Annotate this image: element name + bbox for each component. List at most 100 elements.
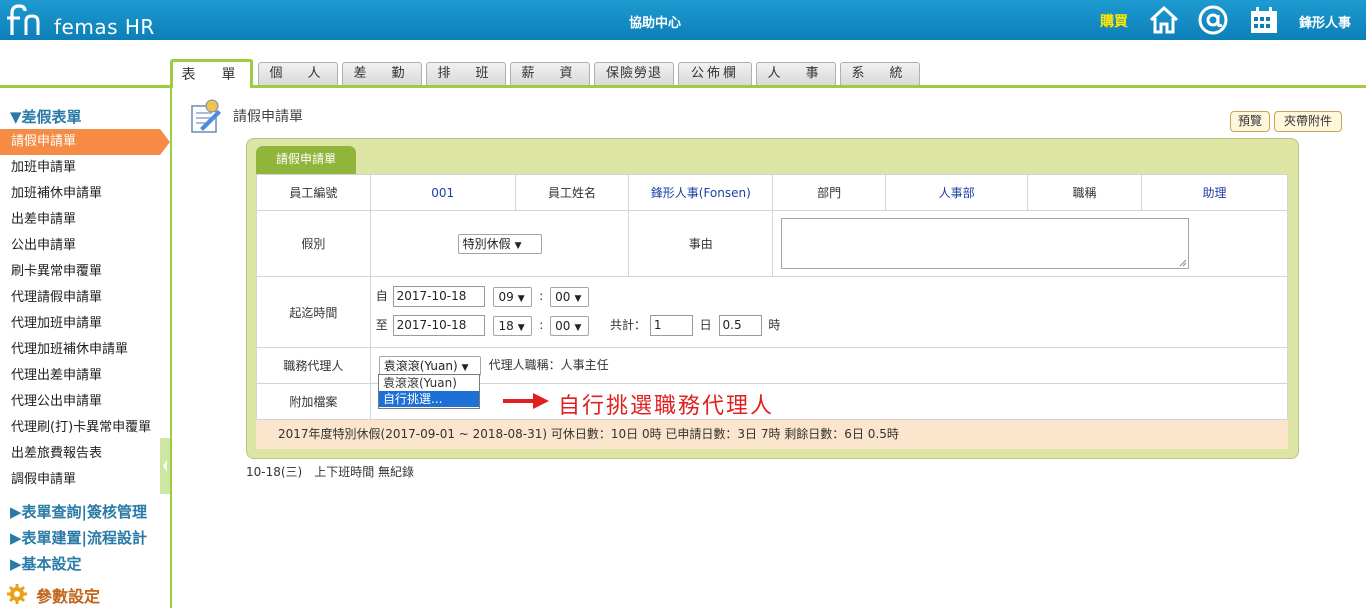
sidebar-item-proxy-leave[interactable]: 代理請假申請單: [0, 285, 160, 311]
logo-mark-icon: [7, 4, 40, 35]
time-colon: :: [539, 289, 544, 303]
sidebar-item-overtime-comp[interactable]: 加班補休申請單: [0, 181, 160, 207]
department-value: 人事部: [885, 174, 1029, 211]
red-arrow-icon: [503, 393, 549, 409]
reason-cell: [772, 210, 1288, 277]
tab-personal[interactable]: 個 人: [258, 62, 338, 85]
total-label: 共計：: [609, 318, 646, 332]
user-name[interactable]: 鋒形人事: [1299, 12, 1351, 31]
time-colon: :: [539, 318, 544, 332]
form-tab-leave-request[interactable]: 請假申請單: [256, 146, 356, 174]
sidebar-item-leave-swap[interactable]: 調假申請單: [0, 467, 160, 493]
sidebar-item-overtime[interactable]: 加班申請單: [0, 155, 160, 181]
reason-label: 事由: [628, 210, 774, 277]
tab-hr[interactable]: 人 事: [756, 62, 836, 85]
sidebar-section-basic-settings[interactable]: ▶基本設定: [10, 553, 82, 574]
page-title: 請假申請單: [233, 109, 303, 125]
chevron-down-icon: ▼: [514, 240, 522, 251]
period-cell: 自 2017-10-18 09 ▼ : 00 ▼ 至 2017-10-18 18 ▼ …: [369, 276, 1289, 348]
at-icon[interactable]: [1197, 4, 1229, 36]
home-icon[interactable]: [1148, 4, 1180, 36]
sidebar-section-leave-forms[interactable]: ▼差假表單: [10, 106, 82, 127]
job-title-label: 職稱: [1027, 174, 1143, 211]
main-tab-bar: 表 單 個 人 差 勤 排 班 薪 資 保險勞退 公佈欄 人 事 系 統: [0, 40, 1366, 88]
to-row: 至 2017-10-18 18 ▼ : 00 ▼ 共計： 1 日 0.5 時: [376, 310, 1287, 341]
attendance-note: 10-18(三) 上下班時間 無紀錄: [246, 465, 415, 479]
agent-option-self-select[interactable]: 自行挑選...: [379, 391, 479, 407]
job-title-value: 助理: [1141, 174, 1288, 211]
leave-type-label: 假別: [256, 210, 371, 277]
to-hour-value: 18: [498, 318, 514, 333]
form-edit-icon: [191, 99, 221, 133]
logo-text: femas HR: [54, 15, 155, 39]
to-hour-select[interactable]: 18 ▼: [493, 315, 533, 336]
agent-select[interactable]: 袁滾滾(Yuan) ▼: [378, 355, 481, 376]
resize-handle-icon[interactable]: [1179, 259, 1187, 267]
leave-type-value: 特別休假: [462, 236, 511, 251]
tab-insurance[interactable]: 保險勞退: [594, 62, 674, 85]
sidebar: ▼差假表單 請假申請單 加班申請單 加班補休申請單 出差申請單 公出申請單 刷卡…: [0, 88, 172, 608]
tab-attendance[interactable]: 差 勤: [342, 62, 422, 85]
leave-type-select[interactable]: 特別休假 ▼: [457, 233, 542, 254]
sidebar-collapse-handle[interactable]: [160, 438, 170, 494]
total-days-input[interactable]: 1: [649, 315, 693, 336]
attach-file-button[interactable]: 夾帶附件: [1274, 111, 1342, 132]
from-minute-select[interactable]: 00 ▼: [550, 286, 590, 307]
tab-payroll[interactable]: 薪 資: [510, 62, 590, 85]
employee-name-label: 員工姓名: [514, 174, 630, 211]
period-label: 起迄時間: [256, 276, 371, 348]
tab-bulletin[interactable]: 公佈欄: [678, 62, 752, 85]
sidebar-item-official-out[interactable]: 公出申請單: [0, 233, 160, 259]
chevron-down-icon: ▼: [517, 322, 525, 333]
annotation-text: 自行挑選職務代理人: [558, 394, 775, 419]
hour-unit: 時: [768, 318, 781, 332]
to-minute-select[interactable]: 00 ▼: [550, 315, 590, 336]
sidebar-item-proxy-official-out[interactable]: 代理公出申請單: [0, 389, 160, 415]
agent-label: 職務代理人: [256, 347, 371, 384]
total-hours-input[interactable]: 0.5: [718, 315, 762, 336]
chevron-down-icon: ▼: [517, 293, 525, 304]
reason-textarea[interactable]: [781, 218, 1190, 269]
employee-name-value: 鋒形人事(Fonsen): [628, 174, 774, 211]
from-row: 自 2017-10-18 09 ▼ : 00 ▼: [376, 283, 1287, 310]
leave-balance-summary: 2017年度特別休假(2017-09-01 ~ 2018-08-31) 可休日數…: [256, 420, 1288, 449]
from-hour-select[interactable]: 09 ▼: [493, 286, 533, 307]
to-minute-value: 00: [555, 318, 571, 333]
employee-no-value: 001: [369, 174, 516, 211]
sidebar-item-proxy-card-exception[interactable]: 代理刷(打)卡異常申覆單: [0, 415, 160, 441]
from-date-input[interactable]: 2017-10-18: [392, 286, 485, 307]
parameters-label: 參數設定: [36, 587, 101, 606]
tab-shifts[interactable]: 排 班: [426, 62, 506, 85]
day-unit: 日: [699, 318, 712, 332]
femas-logo[interactable]: femas HR: [6, 3, 176, 39]
sidebar-item-card-exception[interactable]: 刷卡異常申覆單: [0, 259, 160, 285]
sidebar-item-business-trip[interactable]: 出差申請單: [0, 207, 160, 233]
attachment-label: 附加檔案: [256, 383, 371, 420]
chevron-down-icon: ▼: [574, 322, 582, 333]
leave-type-cell: 特別休假 ▼: [369, 210, 630, 277]
calendar-icon[interactable]: [1248, 4, 1280, 36]
sidebar-section-form-builder[interactable]: ▶表單建置|流程設計: [10, 527, 147, 548]
gear-icon: [7, 584, 27, 604]
sidebar-item-travel-expense[interactable]: 出差旅費報告表: [0, 441, 160, 467]
agent-option-yuan[interactable]: 袁滾滾(Yuan): [379, 375, 479, 391]
to-label: 至: [375, 318, 388, 332]
sidebar-section-query-approval[interactable]: ▶表單查詢|簽核管理: [10, 501, 147, 522]
sidebar-item-proxy-overtime[interactable]: 代理加班申請單: [0, 311, 160, 337]
from-label: 自: [375, 289, 388, 303]
sidebar-section-parameters[interactable]: 參數設定: [6, 581, 156, 606]
sidebar-item-leave-request[interactable]: 請假申請單: [0, 129, 170, 155]
to-date-input[interactable]: 2017-10-18: [392, 315, 485, 336]
tab-forms[interactable]: 表 單: [170, 59, 253, 88]
from-hour-value: 09: [498, 289, 514, 304]
agent-dropdown-list: 袁滾滾(Yuan) 自行挑選...: [378, 374, 480, 409]
employee-no-label: 員工編號: [256, 174, 371, 211]
sidebar-item-proxy-overtime-comp[interactable]: 代理加班補休申請單: [0, 337, 160, 363]
help-center-link[interactable]: 協助中心: [629, 12, 681, 31]
agent-cell: 袁滾滾(Yuan) ▼ 代理人職稱：人事主任: [369, 347, 1289, 384]
tab-system[interactable]: 系 統: [840, 62, 920, 85]
buy-link[interactable]: 購買: [1100, 11, 1128, 31]
department-label: 部門: [772, 174, 887, 211]
preview-button[interactable]: 預覽: [1230, 111, 1270, 132]
sidebar-item-proxy-trip[interactable]: 代理出差申請單: [0, 363, 160, 389]
